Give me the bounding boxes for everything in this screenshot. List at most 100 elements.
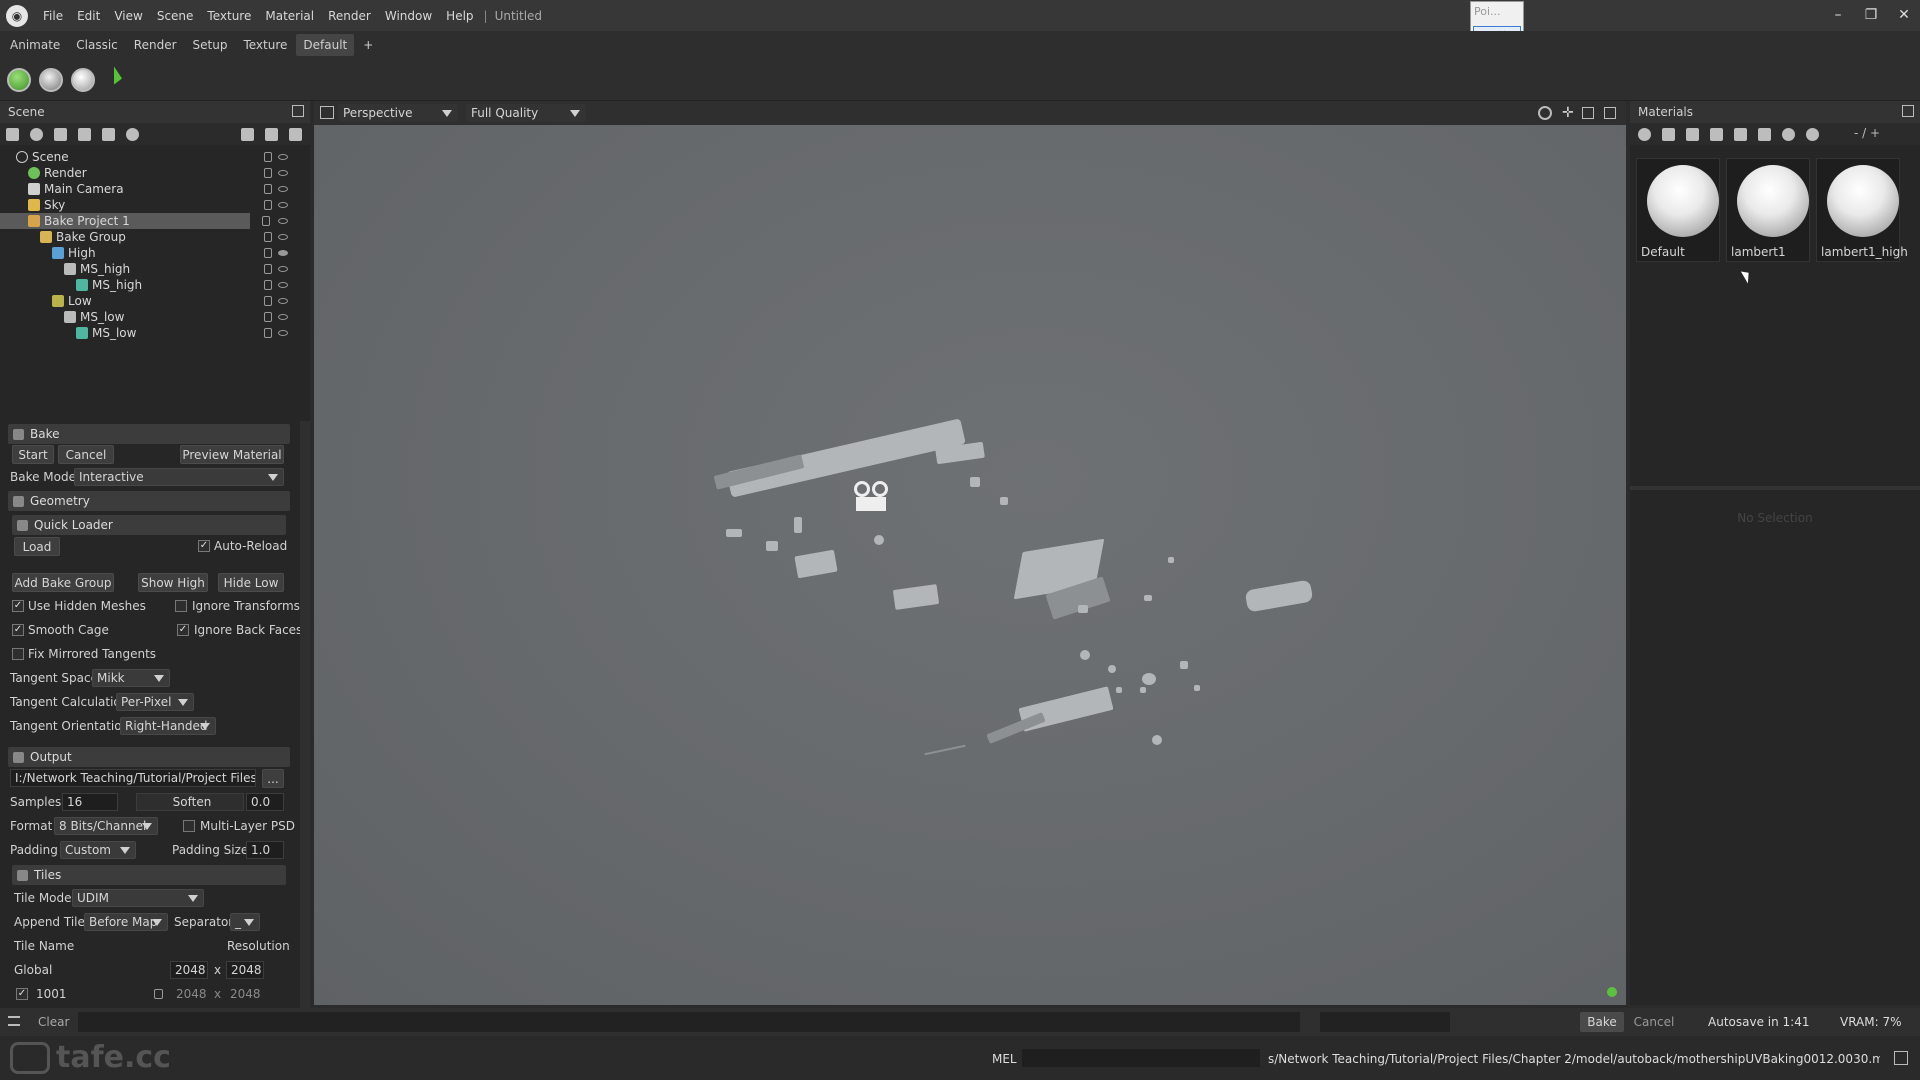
tab-default[interactable]: Default: [296, 34, 355, 56]
lock-icon[interactable]: [154, 989, 163, 999]
format-dropdown[interactable]: 8 Bits/Channel: [54, 817, 158, 835]
separator-dropdown[interactable]: _: [230, 913, 260, 931]
add-bake-icon[interactable]: [102, 128, 115, 141]
global-height-field[interactable]: 2048: [226, 961, 264, 979]
eye-icon[interactable]: [278, 170, 288, 176]
material-swatch-default[interactable]: Default: [1636, 158, 1720, 262]
add-material-icon[interactable]: [1638, 128, 1651, 141]
tree-item-high[interactable]: High: [0, 245, 300, 261]
eye-icon[interactable]: [278, 266, 288, 272]
select-tool-icon[interactable]: [114, 66, 122, 88]
clear-button[interactable]: Clear: [38, 1015, 69, 1029]
tree-item-ms-high[interactable]: MS_high: [0, 261, 300, 277]
lock-icon[interactable]: [264, 232, 272, 242]
tree-item-ms-low-sub[interactable]: MS_low: [0, 325, 300, 341]
eye-icon[interactable]: [278, 154, 288, 160]
eye-icon[interactable]: [278, 330, 288, 336]
viewport-menu-icon[interactable]: [320, 106, 334, 119]
folder-icon[interactable]: [241, 128, 254, 141]
menu-help[interactable]: Help: [439, 9, 480, 23]
tree-item-bake-project[interactable]: Bake Project 1: [0, 213, 250, 229]
material-swatch-lambert1-high[interactable]: lambert1_high: [1816, 158, 1908, 262]
tile-1001-checkbox[interactable]: ✓: [16, 988, 28, 1000]
ignore-transforms-checkbox[interactable]: [175, 600, 187, 612]
material-swatch-lambert1[interactable]: lambert1: [1726, 158, 1810, 262]
lock-icon[interactable]: [264, 280, 272, 290]
menu-texture[interactable]: Texture: [200, 9, 258, 23]
3d-viewport[interactable]: [314, 125, 1626, 1005]
eye-icon[interactable]: [278, 298, 288, 304]
tile-mode-dropdown[interactable]: UDIM: [72, 889, 204, 907]
menu-file[interactable]: File: [36, 9, 70, 23]
frame-icon[interactable]: [1582, 107, 1594, 119]
folder-icon[interactable]: [1710, 128, 1723, 141]
lock-icon[interactable]: [264, 168, 272, 178]
add-bake-group-button[interactable]: Add Bake Group: [12, 573, 114, 592]
tab-animate[interactable]: Animate: [3, 34, 67, 56]
tree-item-bake-group[interactable]: Bake Group: [0, 229, 300, 245]
geometry-section-header[interactable]: Geometry: [8, 491, 290, 511]
soften-field[interactable]: 0.0: [246, 793, 284, 811]
lock-icon[interactable]: [264, 184, 272, 194]
tangent-calculation-dropdown[interactable]: Per-Pixel: [116, 693, 194, 711]
add-object-icon[interactable]: [6, 128, 19, 141]
delete-icon[interactable]: [1734, 128, 1747, 141]
eye-icon[interactable]: [278, 218, 288, 224]
zoom-control[interactable]: - / +: [1854, 126, 1880, 140]
panel-divider[interactable]: [1630, 486, 1920, 490]
tab-setup[interactable]: Setup: [186, 34, 235, 56]
restore-icon[interactable]: ❐: [1858, 4, 1884, 26]
bake-section-header[interactable]: Bake: [8, 424, 290, 444]
shading-full-icon[interactable]: [7, 68, 31, 92]
smooth-cage-checkbox[interactable]: ✓: [12, 624, 24, 636]
show-high-button[interactable]: Show High: [138, 573, 208, 592]
start-bake-button[interactable]: Start: [12, 445, 54, 464]
bake-panel-scrollbar[interactable]: [300, 421, 310, 1008]
assign-icon[interactable]: [1758, 128, 1771, 141]
settings-gear-icon[interactable]: [1538, 106, 1552, 120]
output-section-header[interactable]: Output: [8, 747, 290, 767]
popout-icon[interactable]: [1604, 107, 1616, 119]
camera-dropdown[interactable]: Perspective: [338, 104, 458, 122]
log-menu-icon[interactable]: [8, 1016, 20, 1026]
quality-dropdown[interactable]: Full Quality: [466, 104, 586, 122]
menu-edit[interactable]: Edit: [70, 9, 107, 23]
popout-icon[interactable]: [1902, 105, 1914, 117]
menu-scene[interactable]: Scene: [150, 9, 201, 23]
add-light-icon[interactable]: [30, 128, 43, 141]
tree-item-scene[interactable]: Scene: [0, 149, 300, 165]
tab-classic[interactable]: Classic: [69, 34, 125, 56]
ignore-back-faces-checkbox[interactable]: ✓: [177, 624, 189, 636]
tree-item-ms-high-sub[interactable]: MS_high: [0, 277, 300, 293]
duplicate-material-icon[interactable]: [1662, 128, 1675, 141]
lock-icon[interactable]: [264, 296, 272, 306]
popout-icon[interactable]: [292, 105, 304, 117]
menu-window[interactable]: Window: [378, 9, 439, 23]
lock-icon[interactable]: [264, 248, 272, 258]
bake-button[interactable]: Bake: [1580, 1012, 1624, 1032]
bake-mode-dropdown[interactable]: Interactive: [74, 468, 284, 486]
output-path-field[interactable]: I:/Network Teaching/Tutorial/Project Fil…: [10, 769, 256, 787]
eye-icon[interactable]: [278, 186, 288, 192]
tiles-section-header[interactable]: Tiles: [12, 865, 286, 885]
lock-icon[interactable]: [264, 264, 272, 274]
tree-item-low[interactable]: Low: [0, 293, 300, 309]
eye-icon[interactable]: [278, 250, 288, 256]
eye-icon[interactable]: [278, 234, 288, 240]
shading-clay-icon[interactable]: [39, 68, 63, 92]
eye-icon[interactable]: [278, 282, 288, 288]
menu-render[interactable]: Render: [321, 9, 378, 23]
select-objects-icon[interactable]: [1782, 128, 1795, 141]
lock-icon[interactable]: [264, 312, 272, 322]
export-icon[interactable]: [1806, 128, 1819, 141]
menu-view[interactable]: View: [107, 9, 149, 23]
add-sky-icon[interactable]: [78, 128, 91, 141]
lock-icon[interactable]: [264, 152, 272, 162]
append-tile-dropdown[interactable]: Before Map: [84, 913, 168, 931]
move-icon[interactable]: ✛: [1562, 106, 1574, 120]
menu-material[interactable]: Material: [258, 9, 321, 23]
add-camera-icon[interactable]: [54, 128, 67, 141]
delete-icon[interactable]: [289, 128, 302, 141]
eye-icon[interactable]: [278, 314, 288, 320]
soften-slider[interactable]: Soften: [136, 793, 244, 811]
